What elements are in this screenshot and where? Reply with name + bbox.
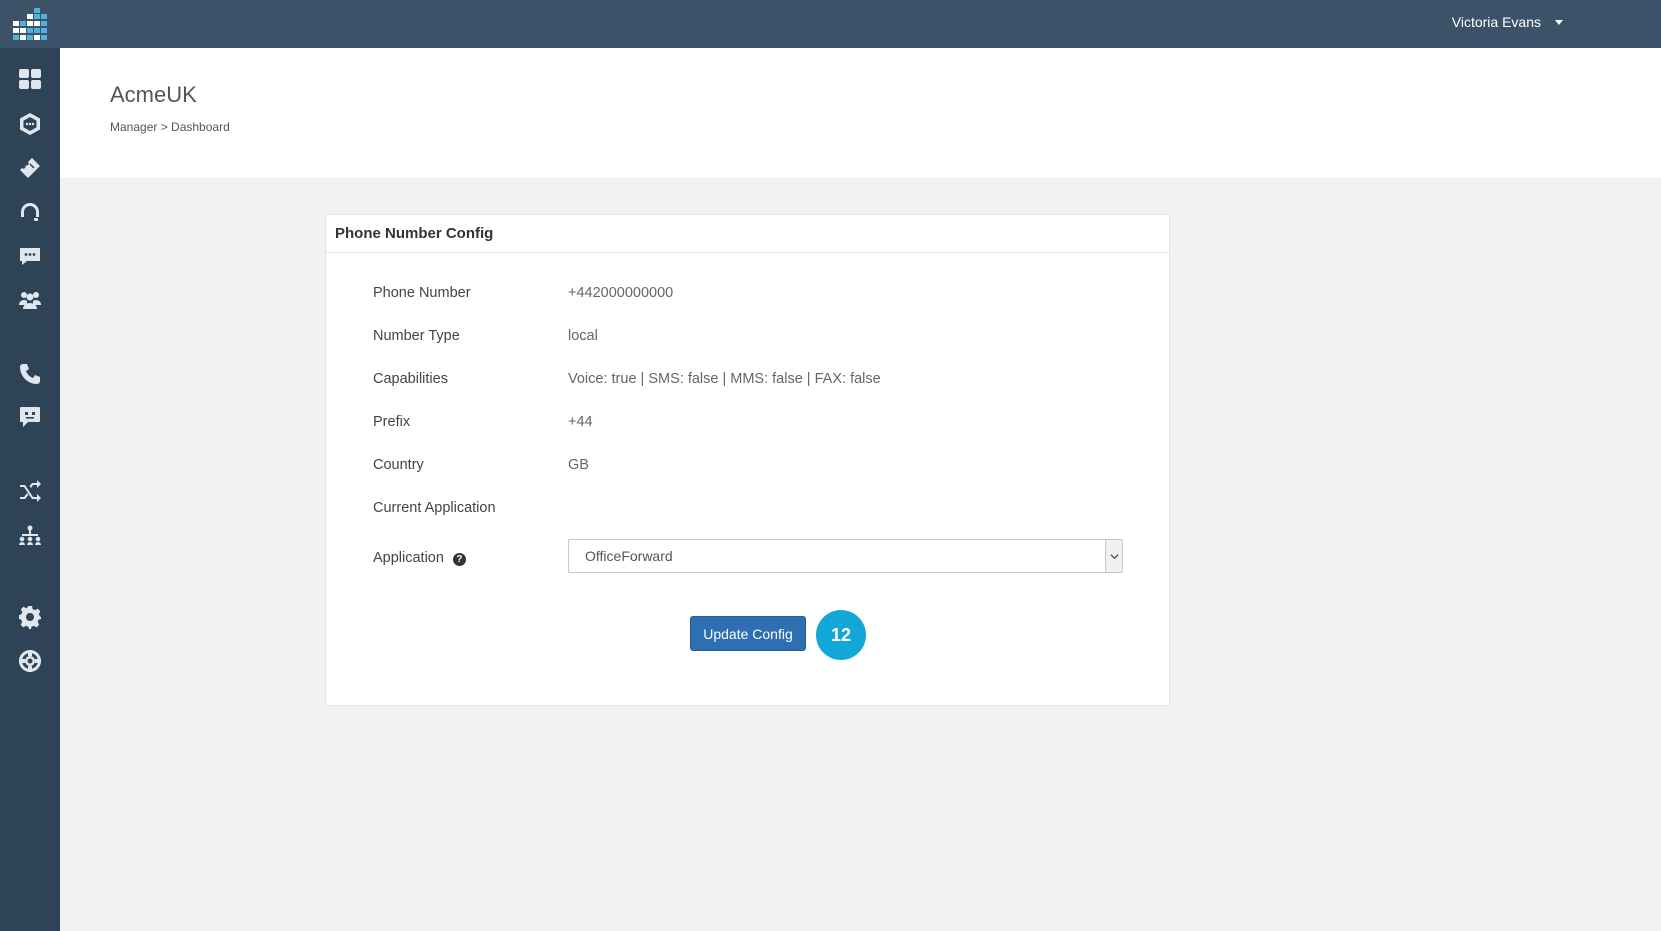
users-group-icon[interactable]	[17, 287, 43, 313]
field-label: Current Application	[373, 500, 496, 516]
dashboard-icon[interactable]	[17, 66, 43, 92]
breadcrumb[interactable]: Manager > Dashboard	[110, 120, 230, 134]
panel-title: Phone Number Config	[326, 215, 1169, 253]
chevron-down-icon	[1555, 19, 1563, 25]
message-icon[interactable]	[17, 404, 43, 430]
field-value: GB	[568, 457, 589, 473]
field-label: Capabilities	[373, 371, 448, 387]
field-value: Voice: true | SMS: false | MMS: false | …	[568, 371, 881, 387]
top-bar: Victoria Evans	[0, 0, 1661, 48]
chat-bubble-icon[interactable]	[17, 243, 43, 269]
user-menu[interactable]: Victoria Evans	[1452, 14, 1563, 30]
field-value: +44	[568, 414, 593, 430]
field-value: local	[568, 328, 598, 344]
help-icon[interactable]: ?	[452, 553, 466, 566]
shuffle-icon[interactable]	[17, 478, 43, 504]
chevron-down-icon[interactable]	[1105, 540, 1122, 572]
logo-icon[interactable]	[13, 8, 47, 40]
phone-icon[interactable]	[17, 361, 43, 387]
sidebar	[0, 48, 60, 931]
field-label: Country	[373, 457, 424, 473]
hexagon-chat-icon[interactable]	[17, 111, 43, 137]
field-label: Number Type	[373, 328, 460, 344]
ticket-icon[interactable]	[17, 155, 43, 181]
gear-icon[interactable]	[17, 604, 43, 630]
application-select[interactable]: OfficeForward	[568, 539, 1123, 573]
org-chart-icon[interactable]	[17, 522, 43, 548]
headset-icon[interactable]	[17, 199, 43, 225]
page-header: AcmeUK Manager > Dashboard	[60, 48, 1661, 178]
phone-number-config-panel: Phone Number Config Phone Number +442000…	[325, 214, 1170, 706]
lifebuoy-icon[interactable]	[17, 648, 43, 674]
step-badge: 12	[816, 610, 866, 660]
page-title: AcmeUK	[110, 82, 197, 107]
user-name: Victoria Evans	[1451, 14, 1541, 30]
field-value: +442000000000	[568, 285, 674, 301]
field-label: Phone Number	[373, 285, 471, 301]
field-label: Application	[373, 550, 444, 566]
field-label: Prefix	[373, 414, 411, 430]
application-selected-value: OfficeForward	[585, 548, 673, 564]
update-config-button[interactable]: Update Config	[690, 616, 806, 651]
